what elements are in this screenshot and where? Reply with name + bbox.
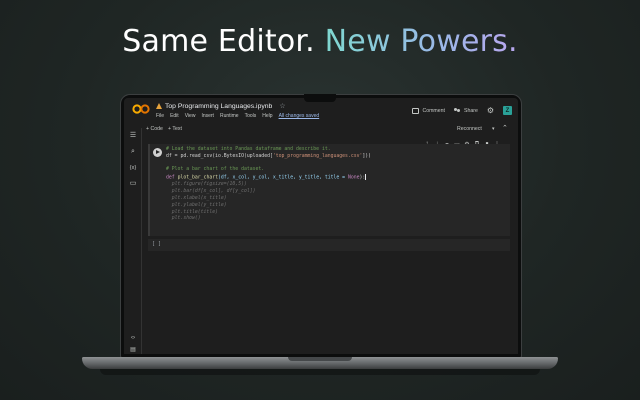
cell-execution-prompt: [ ] (152, 241, 161, 247)
headline: Same Editor. New Powers. (0, 24, 640, 59)
headline-part2: New Powers. (325, 24, 518, 59)
comment-button[interactable]: Comment (412, 108, 445, 114)
menu-view[interactable]: View (185, 113, 196, 119)
saved-status-link[interactable]: All changes saved (279, 113, 320, 119)
code-line-4: # Plot a bar chart of the dataset. (166, 167, 264, 172)
laptop-base-groove (288, 357, 352, 361)
chevron-up-icon[interactable]: ⌃ (502, 124, 508, 132)
menu-insert[interactable]: Insert (201, 113, 214, 119)
menu-edit[interactable]: Edit (170, 113, 179, 119)
code-line-11: plt.show() (166, 216, 201, 221)
code-editor[interactable]: # Load the dataset into Pandas dataframe… (166, 147, 371, 223)
share-label: Share (464, 108, 478, 114)
hamburger-icon[interactable]: ☰ (129, 132, 137, 140)
menu-runtime[interactable]: Runtime (220, 113, 239, 119)
star-icon[interactable]: ☆ (279, 103, 285, 110)
add-code-button[interactable]: + Code (146, 126, 163, 132)
code-line-2a: df = pd.read_csv(io.BytesIO(uploaded[ (166, 154, 273, 159)
code-line-5a: def (166, 176, 178, 181)
colab-logo-icon[interactable] (132, 103, 150, 115)
code-line-2b: 'top_programming_languages.csv' (273, 154, 363, 159)
laptop-notch (304, 94, 336, 102)
code-line-9: plt.ylabel(y_title) (166, 203, 227, 208)
run-cell-button[interactable] (153, 148, 162, 157)
code-line-5d: None (348, 176, 360, 181)
add-text-button[interactable]: + Text (168, 126, 182, 132)
notebook-toolbar: + Code + Text Reconnect ▾ ⌃ (124, 124, 518, 136)
search-icon[interactable]: ⌕ (129, 148, 137, 156)
reconnect-button[interactable]: Reconnect (457, 126, 482, 132)
topbar-actions: Comment Share ⚙ Z (412, 106, 512, 115)
share-icon (454, 108, 461, 114)
menu-tools[interactable]: Tools (245, 113, 257, 119)
code-cell[interactable]: # Load the dataset into Pandas dataframe… (148, 144, 510, 236)
code-line-10: plt.title(title) (166, 210, 218, 215)
left-sidebar: ☰ ⌕ {x} ▭ ‹› ▤ (124, 128, 142, 354)
comment-label: Comment (422, 108, 445, 114)
laptop-base (82, 357, 558, 369)
notebook-title[interactable]: Top Programming Languages.ipynb (165, 103, 272, 110)
avatar[interactable]: Z (503, 106, 512, 115)
code-line-2c: ])) (362, 154, 371, 159)
text-cursor (365, 174, 366, 180)
runtime-dropdown-icon[interactable]: ▾ (492, 126, 495, 132)
variables-icon[interactable]: {x} (129, 164, 137, 172)
code-line-6: plt.figure(figsize=(10,5)) (166, 182, 247, 187)
code-line-5c: (df, x_col, y_col, x_title, y_title, tit… (218, 176, 348, 181)
laptop-shadow (100, 369, 540, 375)
comment-icon (412, 108, 419, 114)
menu-help[interactable]: Help (262, 113, 272, 119)
code-line-7: plt.bar(df[x_col], df[y_col]) (166, 189, 256, 194)
code-brackets-icon[interactable]: ‹› (129, 334, 137, 342)
laptop-screen: Top Programming Languages.ipynb ☆ File E… (124, 98, 518, 354)
headline-part1: Same Editor. (122, 24, 315, 59)
empty-code-cell[interactable]: [ ] (148, 239, 510, 251)
code-line-5b: plot_bar_chart (178, 176, 218, 181)
drive-icon (156, 103, 162, 109)
terminal-icon[interactable]: ▤ (129, 346, 137, 354)
share-button[interactable]: Share (454, 108, 478, 114)
gear-icon[interactable]: ⚙ (487, 107, 494, 115)
menu-bar: File Edit View Insert Runtime Tools Help… (156, 113, 319, 119)
notebook-title-row: Top Programming Languages.ipynb ☆ (156, 101, 286, 111)
menu-file[interactable]: File (156, 113, 164, 119)
folder-icon[interactable]: ▭ (129, 180, 137, 188)
code-line-8: plt.xlabel(x_title) (166, 196, 227, 201)
code-line-1: # Load the dataset into Pandas dataframe… (166, 147, 331, 152)
